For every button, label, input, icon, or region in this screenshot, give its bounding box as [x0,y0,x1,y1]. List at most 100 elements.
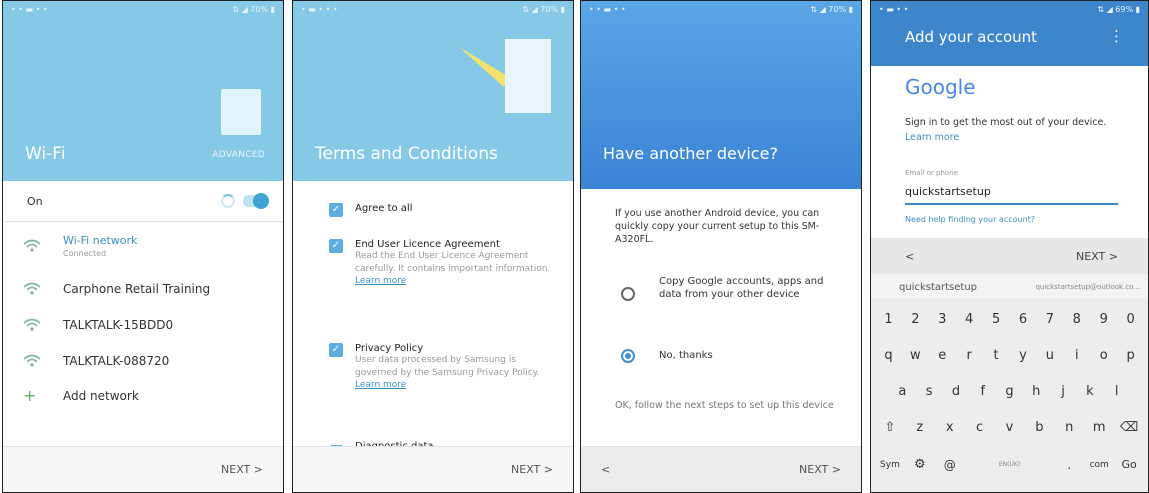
status-bar: • ▬ • • • ⇅ ◢ 70% ▮ [301,5,565,14]
key[interactable]: 5 [983,312,1010,327]
key[interactable]: f [969,384,996,399]
status-bar: • • ▬ • • ⇅ ◢ 70% ▮ [11,5,275,14]
key[interactable]: j [1050,384,1077,399]
key[interactable]: r [956,348,983,363]
next-button[interactable]: NEXT > [1076,250,1118,263]
option-copy-label[interactable]: Copy Google accounts, apps and data from… [659,275,831,301]
back-button[interactable]: < [601,463,610,476]
key[interactable]: 4 [956,312,983,327]
radio-unchecked-icon[interactable] [621,287,635,301]
bottom-bar: NEXT > [3,446,283,492]
key[interactable]: b [1024,420,1054,435]
suggestion-item[interactable]: quickstartsetup [899,282,977,293]
next-button[interactable]: NEXT > [511,463,553,476]
radio-checked-icon[interactable] [621,349,635,363]
page-title: Wi-Fi [25,144,66,164]
wifi-toggle[interactable] [243,193,269,209]
add-account-screen: Add your account ⋮ • ▬ • • ⇅ ◢ 69% ▮ Goo… [870,0,1149,493]
add-network-label: Add network [63,389,139,403]
key[interactable]: t [983,348,1010,363]
key[interactable]: k [1076,384,1103,399]
option-no-label[interactable]: No, thanks [659,350,713,361]
key[interactable]: a [889,384,916,399]
checkbox-checked-icon[interactable]: ✓ [329,343,343,357]
network-row[interactable]: Carphone Retail Training [23,282,267,296]
key[interactable]: d [943,384,970,399]
checkbox-checked-icon[interactable]: ✓ [329,203,343,217]
key[interactable]: 2 [902,312,929,327]
key[interactable]: h [1023,384,1050,399]
key[interactable]: g [996,384,1023,399]
dot-key[interactable]: . [1054,458,1084,472]
key[interactable]: 8 [1063,312,1090,327]
eula-desc: Read the End User Licence Agreement care… [355,251,551,274]
key-row-function: Sym ⚙ @ EN(UK). com Go [875,457,1144,472]
eula-row[interactable]: ✓ End User Licence Agreement Read the En… [329,239,557,286]
learn-more-link[interactable]: Learn more [355,276,557,286]
nav-bar: < NEXT > [871,238,1148,274]
key[interactable]: s [916,384,943,399]
add-network-row[interactable]: + Add network [23,386,267,405]
backspace-key-icon[interactable]: ⌫ [1114,420,1144,435]
help-link[interactable]: Need help finding your account? [905,215,1035,224]
next-button[interactable]: NEXT > [799,463,841,476]
page-title: Terms and Conditions [315,144,498,164]
key[interactable]: m [1084,420,1114,435]
key[interactable]: o [1090,348,1117,363]
scanning-spinner-icon [221,194,235,208]
key[interactable]: u [1036,348,1063,363]
wifi-header: Wi-Fi ADVANCED [3,1,283,181]
status-bar: • ▬ • • ⇅ ◢ 69% ▮ [879,5,1140,14]
key[interactable]: y [1010,348,1037,363]
plus-icon: + [23,386,37,405]
key[interactable]: x [935,420,965,435]
key[interactable]: l [1103,384,1130,399]
more-menu-icon[interactable]: ⋮ [1109,27,1124,45]
agree-all-row[interactable]: ✓ Agree to all [329,203,557,217]
key[interactable]: 9 [1090,312,1117,327]
router-illustration [221,89,261,135]
key[interactable]: 7 [1036,312,1063,327]
settings-key-icon[interactable]: ⚙ [905,457,935,472]
network-row[interactable]: TALKTALK-15BDD0 [23,318,267,332]
email-field[interactable]: quickstartsetup [905,181,1118,205]
space-key[interactable]: EN(UK) [965,461,1055,468]
network-row[interactable]: Wi-Fi network Connected [23,233,267,258]
key[interactable]: q [875,348,902,363]
advanced-button[interactable]: ADVANCED [212,150,265,160]
key[interactable]: e [929,348,956,363]
key[interactable]: n [1054,420,1084,435]
key[interactable]: v [995,420,1025,435]
suggestion-item[interactable]: quickstartsetup@outlook.co... [1035,283,1140,291]
network-name: Wi-Fi network [63,234,138,247]
key[interactable]: 1 [875,312,902,327]
key[interactable]: z [905,420,935,435]
page-title: Have another device? [603,144,778,163]
key[interactable]: 6 [1010,312,1037,327]
key[interactable]: p [1117,348,1144,363]
key[interactable]: 0 [1117,312,1144,327]
wifi-icon [23,354,43,368]
wifi-icon [23,318,43,332]
go-key[interactable]: Go [1114,458,1144,471]
key[interactable]: c [965,420,995,435]
learn-more-link[interactable]: Learn more [905,132,959,143]
at-key[interactable]: @ [935,458,965,472]
key[interactable]: w [902,348,929,363]
privacy-desc: User data processed by Samsung is govern… [355,355,540,378]
next-button[interactable]: NEXT > [221,463,263,476]
back-button[interactable]: < [905,250,914,263]
key[interactable]: i [1063,348,1090,363]
terms-screen: Terms and Conditions • ▬ • • • ⇅ ◢ 70% ▮… [292,0,574,493]
network-row[interactable]: TALKTALK-088720 [23,354,267,368]
status-bar: • • ▬ • • ⇅ ◢ 70% ▮ [589,5,853,14]
com-key[interactable]: com [1084,460,1114,470]
key-row-numbers: 1234567890 [875,312,1144,327]
sym-key[interactable]: Sym [875,460,905,470]
wifi-on-row[interactable]: On [3,181,283,221]
privacy-row[interactable]: ✓ Privacy Policy User data processed by … [329,343,557,390]
learn-more-link[interactable]: Learn more [355,380,557,390]
key[interactable]: 3 [929,312,956,327]
shift-key-icon[interactable]: ⇧ [875,420,905,435]
checkbox-checked-icon[interactable]: ✓ [329,239,343,253]
